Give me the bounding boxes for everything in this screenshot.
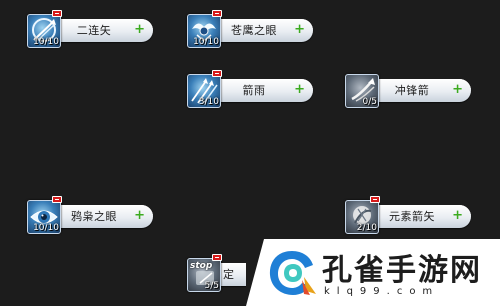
- skill-name: 鸦枭之眼: [71, 210, 117, 223]
- skill-node-arrow-rain[interactable]: 箭雨 + 3/10: [187, 70, 313, 108]
- stop-label: stop: [190, 261, 213, 271]
- skill-name: 冲锋箭: [394, 84, 430, 97]
- hawk-eye-icon[interactable]: 10/10: [187, 14, 221, 48]
- add-point-button[interactable]: +: [134, 19, 145, 41]
- skill-name: 二连矢: [76, 24, 112, 37]
- stop-icon[interactable]: stop 5/5: [187, 258, 221, 292]
- watermark-corner: [246, 239, 264, 306]
- skill-node-owl-eye[interactable]: 鸦枭之眼 + 10/10: [27, 196, 153, 234]
- owl-eye-icon[interactable]: 10/10: [27, 200, 61, 234]
- watermark-brand: 孔雀手游网: [322, 253, 482, 288]
- arrow-rain-icon[interactable]: 3/10: [187, 74, 221, 108]
- add-point-button[interactable]: +: [452, 79, 463, 101]
- skill-name: 箭雨: [242, 84, 266, 97]
- skill-node-twin-arrow[interactable]: 二连矢 + 10/10: [27, 10, 153, 48]
- skill-level: 10/10: [33, 37, 59, 47]
- remove-point-button[interactable]: [52, 196, 62, 203]
- skill-name-plate[interactable]: 冲锋箭 +: [367, 79, 471, 102]
- skill-name-plate[interactable]: 二连矢 +: [49, 19, 153, 42]
- skill-level: 2/10: [356, 223, 377, 233]
- watermark-url: klq99.com: [324, 286, 440, 297]
- peacock-logo-icon: [269, 251, 316, 295]
- remove-point-button[interactable]: [52, 10, 62, 17]
- element-arrow-icon[interactable]: 2/10: [345, 200, 379, 234]
- skill-name: 苍鹰之眼: [231, 24, 277, 37]
- skill-node-charge-arrow[interactable]: 冲锋箭 + 0/5: [345, 74, 471, 108]
- remove-point-button[interactable]: [212, 70, 222, 77]
- skill-node-element-arrow[interactable]: 元素箭矢 + 2/10: [345, 196, 471, 234]
- skill-level: 10/10: [193, 37, 219, 47]
- site-watermark: 孔雀手游网 klq99.com: [246, 239, 500, 306]
- add-point-button[interactable]: +: [134, 205, 145, 227]
- remove-point-button[interactable]: [370, 196, 380, 203]
- add-point-button[interactable]: +: [294, 79, 305, 101]
- skill-node-hawk-eye[interactable]: 苍鹰之眼 + 10/10: [187, 10, 313, 48]
- skill-name: 元素箭矢: [389, 210, 435, 223]
- remove-point-button[interactable]: [212, 10, 222, 17]
- skill-tree-panel: 二连矢 + 10/10 苍鹰之眼 + 10/10 箭雨 + 3/10 冲锋箭 +…: [0, 0, 500, 306]
- remove-point-button[interactable]: [212, 254, 222, 261]
- add-point-button[interactable]: +: [452, 205, 463, 227]
- skill-level: 10/10: [33, 223, 59, 233]
- skill-name-plate[interactable]: 箭雨 +: [209, 79, 313, 102]
- skill-name-plate[interactable]: 元素箭矢 +: [367, 205, 471, 228]
- charge-arrow-icon[interactable]: 0/5: [345, 74, 379, 108]
- skill-level: 0/5: [362, 97, 377, 107]
- skill-level: 3/10: [198, 97, 219, 107]
- skill-name-plate[interactable]: 苍鹰之眼 +: [209, 19, 313, 42]
- skill-name: 定: [223, 268, 235, 281]
- skill-level: 5/5: [204, 281, 219, 291]
- add-point-button[interactable]: +: [294, 19, 305, 41]
- skill-name-plate[interactable]: 鸦枭之眼 +: [49, 205, 153, 228]
- twin-arrow-icon[interactable]: 10/10: [27, 14, 61, 48]
